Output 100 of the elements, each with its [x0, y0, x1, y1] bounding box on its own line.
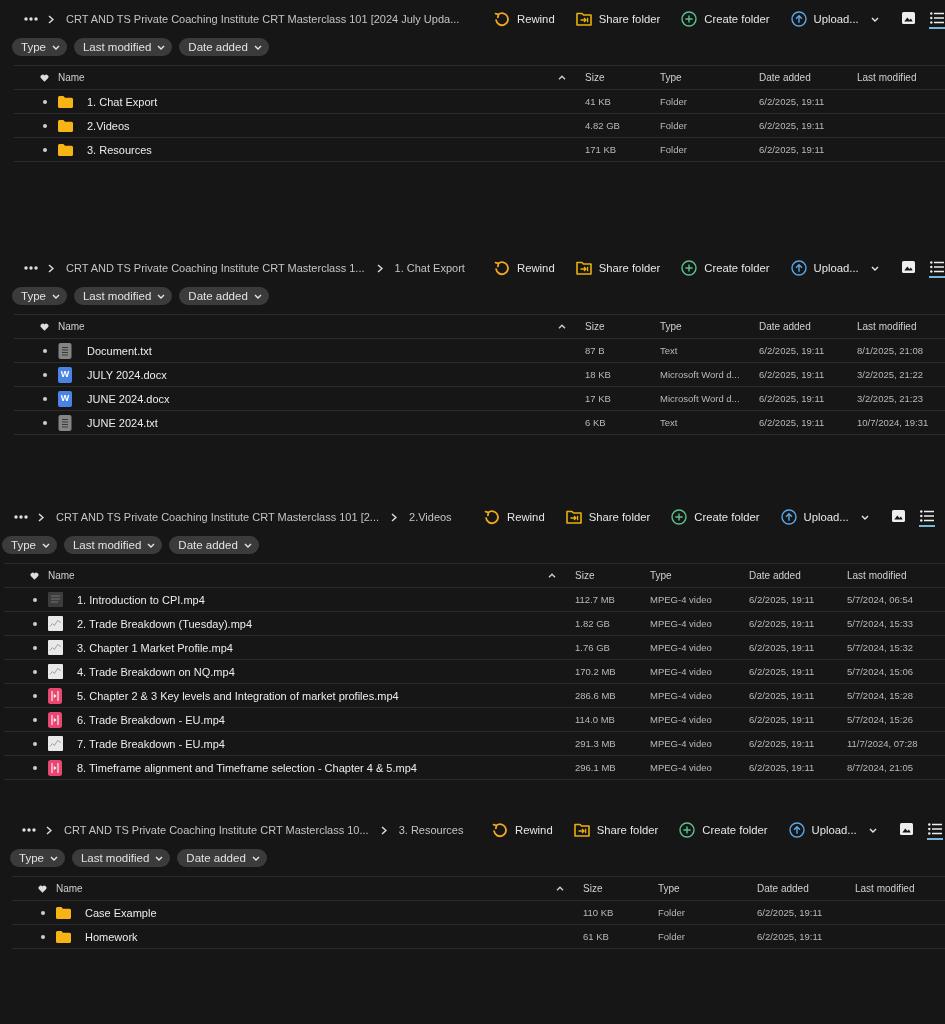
file-name[interactable]: JULY 2024.docx — [87, 368, 585, 381]
breadcrumb-link[interactable]: CRT AND TS Private Coaching Institute CRT Masterclass 10... — [64, 824, 369, 836]
date-added: 6/2/2025, 19:11 — [749, 594, 816, 605]
breadcrumb-link[interactable]: CRT AND TS Private Coaching Institute CRT Masterclass 101 [2... — [56, 511, 379, 523]
filter-chip[interactable]: Date added — [179, 38, 269, 56]
column-header[interactable]: Type — [660, 321, 682, 332]
list-view-button[interactable] — [929, 258, 945, 278]
date-added: 6/2/2025, 19:11 — [759, 417, 826, 428]
column-header[interactable]: Name — [56, 883, 83, 894]
date-added: 6/2/2025, 19:11 — [749, 618, 816, 629]
file-name[interactable]: 1. Introduction to CPI.mp4 — [77, 593, 575, 606]
date-added: 6/2/2025, 19:11 — [749, 690, 816, 701]
rewind-button[interactable]: Rewind — [484, 509, 545, 525]
list-view-button[interactable] — [919, 507, 935, 527]
breadcrumb-link[interactable]: CRT AND TS Private Coaching Institute CRT Masterclass 1... — [66, 262, 365, 274]
rewind-button[interactable]: Rewind — [494, 11, 555, 27]
chevron-down-icon — [51, 293, 60, 299]
share-button[interactable]: Share folder — [565, 510, 651, 524]
column-header[interactable]: Name — [58, 321, 85, 332]
filter-chip[interactable]: Date added — [169, 536, 259, 554]
breadcrumb-link[interactable]: 1. Chat Export — [394, 262, 465, 274]
column-header[interactable]: Date added — [759, 321, 811, 332]
thumbnail-icon — [48, 592, 63, 607]
file-name[interactable]: 2.Videos — [87, 119, 585, 132]
file-size: 170.2 MB — [575, 666, 617, 677]
column-header[interactable]: Type — [650, 570, 672, 581]
column-header[interactable]: Last modified — [855, 883, 915, 894]
filter-chip[interactable]: Last modified — [63, 536, 163, 554]
create-button[interactable]: Create folder — [679, 822, 768, 838]
filter-chip[interactable]: Last modified — [73, 38, 173, 56]
create-button[interactable]: Create folder — [671, 509, 760, 525]
upload-button[interactable]: Upload... — [780, 509, 869, 525]
rewind-button[interactable]: Rewind — [494, 260, 555, 276]
heart-icon — [40, 322, 49, 331]
breadcrumb-link[interactable]: 2.Videos — [409, 511, 452, 523]
last-modified: 10/7/2024, 19:31 — [857, 417, 930, 428]
column-header[interactable]: Last modified — [857, 72, 917, 83]
add-circle-icon — [681, 11, 698, 27]
file-name[interactable]: 4. Trade Breakdown on NQ.mp4 — [77, 665, 575, 678]
file-name[interactable]: Homework — [85, 930, 583, 943]
bullet-icon — [33, 621, 37, 626]
filter-chip[interactable]: Last modified — [71, 849, 171, 867]
file-name[interactable]: Document.txt — [87, 344, 585, 357]
upload-button[interactable]: Upload... — [788, 822, 877, 838]
bullet-icon — [43, 147, 47, 152]
list-icon — [920, 510, 934, 522]
column-header[interactable]: Type — [658, 883, 680, 894]
filter-chip[interactable]: Type — [10, 849, 65, 867]
filter-chip[interactable]: Date added — [177, 849, 267, 867]
column-header[interactable]: Size — [585, 321, 605, 332]
column-header[interactable]: Date added — [757, 883, 809, 894]
create-button[interactable]: Create folder — [681, 11, 770, 27]
column-header[interactable]: Size — [575, 570, 595, 581]
column-header[interactable]: Name — [58, 72, 85, 83]
list-view-button[interactable] — [927, 820, 943, 840]
upload-button[interactable]: Upload... — [790, 260, 879, 276]
create-button[interactable]: Create folder — [681, 260, 770, 276]
file-name[interactable]: 8. Timeframe alignment and Timeframe selection - Chapter 4 & 5.mp4 — [77, 761, 575, 774]
filter-chip[interactable]: Type — [12, 38, 67, 56]
upload-button[interactable]: Upload... — [790, 11, 879, 27]
file-name[interactable]: 6. Trade Breakdown - EU.mp4 — [77, 713, 575, 726]
rewind-button[interactable]: Rewind — [492, 822, 553, 838]
file-name[interactable]: 7. Trade Breakdown - EU.mp4 — [77, 737, 575, 750]
file-size: 4.82 GB — [585, 120, 621, 131]
file-name[interactable]: Case Example — [85, 906, 583, 919]
column-header[interactable]: Date added — [759, 72, 811, 83]
file-name[interactable]: JUNE 2024.docx — [87, 392, 585, 405]
file-name[interactable]: 3. Chapter 1 Market Profile.mp4 — [77, 641, 575, 654]
file-type: Microsoft Word d... — [660, 369, 741, 380]
filter-chip[interactable]: Type — [2, 536, 57, 554]
column-header[interactable]: Date added — [749, 570, 801, 581]
list-view-button[interactable] — [929, 9, 945, 29]
filter-chip[interactable]: Date added — [179, 287, 269, 305]
share-folder-icon — [565, 510, 582, 524]
breadcrumb-link[interactable]: 3. Resources — [398, 824, 464, 836]
column-header[interactable]: Size — [583, 883, 603, 894]
file-size: 114.0 MB — [575, 714, 616, 725]
breadcrumb-link[interactable]: CRT AND TS Private Coaching Institute CRT Masterclass 101 [2024 July Upda... — [66, 13, 460, 25]
file-name[interactable]: 2. Trade Breakdown (Tuesday).mp4 — [77, 617, 575, 630]
file-type: Text — [660, 345, 679, 356]
column-header[interactable]: Type — [660, 72, 682, 83]
share-button[interactable]: Share folder — [575, 12, 661, 26]
bullet-icon — [33, 717, 37, 722]
file-name[interactable]: 5. Chapter 2 & 3 Key levels and Integration of market profiles.mp4 — [77, 689, 575, 702]
file-name[interactable]: JUNE 2024.txt — [87, 416, 585, 429]
image-icon — [902, 261, 915, 273]
column-header[interactable]: Last modified — [857, 321, 917, 332]
filter-chip[interactable]: Last modified — [73, 287, 173, 305]
chevron-right-icon — [48, 263, 54, 273]
share-button[interactable]: Share folder — [573, 823, 659, 837]
file-name[interactable]: 3. Resources — [87, 143, 585, 156]
column-header[interactable]: Name — [48, 570, 75, 581]
column-header[interactable]: Size — [585, 72, 605, 83]
date-added: 6/2/2025, 19:11 — [757, 907, 824, 918]
column-header[interactable]: Last modified — [847, 570, 907, 581]
file-name[interactable]: 1. Chat Export — [87, 95, 585, 108]
heart-icon — [38, 884, 47, 893]
share-button[interactable]: Share folder — [575, 261, 661, 275]
upload-icon — [790, 11, 807, 27]
filter-chip[interactable]: Type — [12, 287, 67, 305]
